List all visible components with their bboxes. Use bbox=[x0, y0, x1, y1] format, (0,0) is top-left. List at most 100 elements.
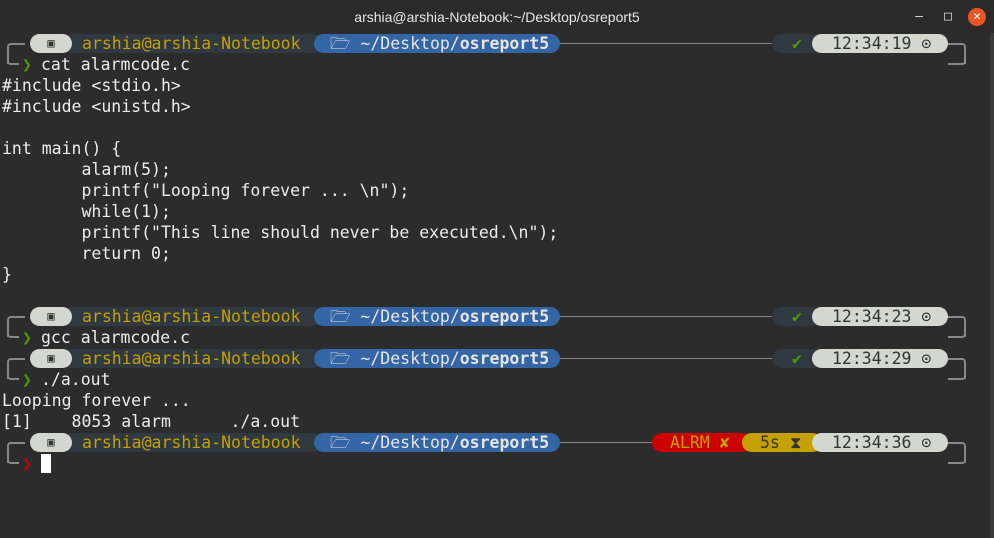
clock-icon: ⊙ bbox=[921, 349, 932, 368]
prompt-context: arshia@arshia-Notebook bbox=[62, 307, 322, 326]
cursor[interactable] bbox=[41, 454, 51, 473]
time-value: 12:34:23 bbox=[832, 307, 912, 326]
command-line: ❯ gcc alarmcode.c bbox=[0, 327, 994, 348]
output-text: printf("This line should never be execut… bbox=[2, 223, 559, 242]
time-value: 12:34:19 bbox=[832, 34, 912, 53]
prompt-directory: 🗁 ~/Desktop/osreport5 bbox=[314, 349, 560, 368]
output-text: } bbox=[2, 265, 12, 284]
output-line: while(1); bbox=[0, 201, 994, 222]
clock-icon: ⊙ bbox=[921, 307, 932, 326]
output-text: Looping forever ... bbox=[2, 391, 191, 410]
dir-prefix: ~/Desktop/ bbox=[360, 307, 460, 326]
command-duration: 5s ⧗ bbox=[742, 433, 822, 452]
output-line: Looping forever ... bbox=[0, 390, 994, 411]
prompt-chevron-icon: ❯ bbox=[22, 328, 32, 347]
output-text: while(1); bbox=[2, 202, 171, 221]
folder-icon: 🗁 bbox=[330, 307, 351, 326]
title-bar: arshia@arshia-Notebook:~/Desktop/osrepor… bbox=[0, 0, 994, 33]
prompt-frame-left bbox=[7, 369, 19, 380]
command-line: ❯ cat alarmcode.c bbox=[0, 54, 994, 75]
prompt-frame-right bbox=[948, 453, 966, 464]
command-text: gcc alarmcode.c bbox=[41, 328, 191, 347]
output-line: } bbox=[0, 264, 994, 285]
prompt-time: 12:34:23 ⊙ bbox=[812, 307, 948, 326]
duration-value: 5s bbox=[760, 433, 780, 452]
os-icon: ▣ bbox=[30, 34, 72, 53]
prompt-context: arshia@arshia-Notebook bbox=[62, 34, 322, 53]
clock-icon: ⊙ bbox=[921, 433, 932, 452]
dir-prefix: ~/Desktop/ bbox=[360, 349, 460, 368]
dir-name: osreport5 bbox=[459, 433, 550, 452]
command-line: ❯ bbox=[0, 453, 994, 474]
prompt-line: arshia@arshia-Notebook ▣ 🗁 ~/Desktop/osrep… bbox=[0, 432, 994, 463]
output-text: #include <stdio.h> bbox=[2, 76, 181, 95]
output-text: return 0; bbox=[2, 244, 171, 263]
output-text: printf("Looping forever ... \n"); bbox=[2, 181, 410, 200]
output-line: #include <stdio.h> bbox=[0, 75, 994, 96]
os-icon: ▣ bbox=[30, 433, 72, 452]
time-value: 12:34:36 bbox=[832, 433, 912, 452]
command-text: cat alarmcode.c bbox=[41, 55, 191, 74]
output-line: return 0; bbox=[0, 243, 994, 264]
output-line: [1] 8053 alarm ./a.out bbox=[0, 411, 994, 432]
output-text: #include <unistd.h> bbox=[2, 97, 191, 116]
dir-prefix: ~/Desktop/ bbox=[360, 34, 460, 53]
prompt-directory: 🗁 ~/Desktop/osreport5 bbox=[314, 34, 560, 53]
prompt-rule bbox=[560, 316, 772, 317]
output-text: [1] 8053 alarm ./a.out bbox=[2, 412, 301, 431]
hourglass-icon: ⧗ bbox=[789, 433, 802, 452]
alarm-label: ALRM bbox=[670, 433, 710, 452]
os-icon: ▣ bbox=[30, 349, 72, 368]
cross-icon: ✘ bbox=[719, 433, 730, 452]
prompt-frame-left bbox=[7, 327, 19, 338]
output-line: printf("This line should never be execut… bbox=[0, 222, 994, 243]
prompt-time: 12:34:19 ⊙ bbox=[812, 34, 948, 53]
time-value: 12:34:29 bbox=[832, 349, 912, 368]
clock-icon: ⊙ bbox=[921, 34, 932, 53]
prompt-rule bbox=[560, 43, 772, 44]
folder-icon: 🗁 bbox=[330, 34, 351, 53]
folder-icon: 🗁 bbox=[330, 349, 351, 368]
output-line: printf("Looping forever ... \n"); bbox=[0, 180, 994, 201]
prompt-rule bbox=[560, 358, 772, 359]
prompt-rule bbox=[948, 43, 956, 44]
command-line: ❯ ./a.out bbox=[0, 369, 994, 390]
prompt-frame-right bbox=[948, 369, 966, 380]
prompt-line: arshia@arshia-Notebook ▣ 🗁 ~/Desktop/osrep… bbox=[0, 348, 994, 379]
prompt-directory: 🗁 ~/Desktop/osreport5 bbox=[314, 433, 560, 452]
output-line: int main() { bbox=[0, 138, 994, 159]
output-text: alarm(5); bbox=[2, 160, 171, 179]
prompt-frame-right bbox=[948, 327, 966, 338]
prompt-context: arshia@arshia-Notebook bbox=[62, 433, 322, 452]
prompt-chevron-icon: ❯ bbox=[22, 370, 32, 389]
output-line: alarm(5); bbox=[0, 159, 994, 180]
prompt-line: arshia@arshia-Notebook ▣ 🗁 ~/Desktop/osrep… bbox=[0, 306, 994, 337]
output-text: int main() { bbox=[2, 139, 122, 158]
prompt-rule bbox=[560, 442, 652, 443]
maximize-button[interactable]: □ bbox=[939, 8, 957, 26]
prompt-rule bbox=[948, 316, 956, 317]
alarm-status: ALRM ✘ bbox=[652, 433, 752, 452]
os-icon: ▣ bbox=[30, 307, 72, 326]
prompt-rule bbox=[948, 442, 956, 443]
minimize-button[interactable]: – bbox=[910, 8, 928, 26]
prompt-directory: 🗁 ~/Desktop/osreport5 bbox=[314, 307, 560, 326]
dir-name: osreport5 bbox=[459, 34, 550, 53]
close-button[interactable]: ✕ bbox=[968, 8, 986, 26]
output-line: #include <unistd.h> bbox=[0, 96, 994, 117]
dir-prefix: ~/Desktop/ bbox=[360, 433, 460, 452]
window-title: arshia@arshia-Notebook:~/Desktop/osrepor… bbox=[354, 8, 640, 25]
prompt-rule bbox=[948, 358, 956, 359]
prompt-context: arshia@arshia-Notebook bbox=[62, 349, 322, 368]
command-text: ./a.out bbox=[41, 370, 111, 389]
prompt-time: 12:34:36 ⊙ bbox=[812, 433, 948, 452]
prompt-frame-right bbox=[948, 54, 966, 65]
dir-name: osreport5 bbox=[459, 307, 550, 326]
dir-name: osreport5 bbox=[459, 349, 550, 368]
prompt-frame-left bbox=[7, 54, 19, 65]
folder-icon: 🗁 bbox=[330, 433, 351, 452]
prompt-chevron-icon: ❯ bbox=[22, 55, 32, 74]
prompt-time: 12:34:29 ⊙ bbox=[812, 349, 948, 368]
